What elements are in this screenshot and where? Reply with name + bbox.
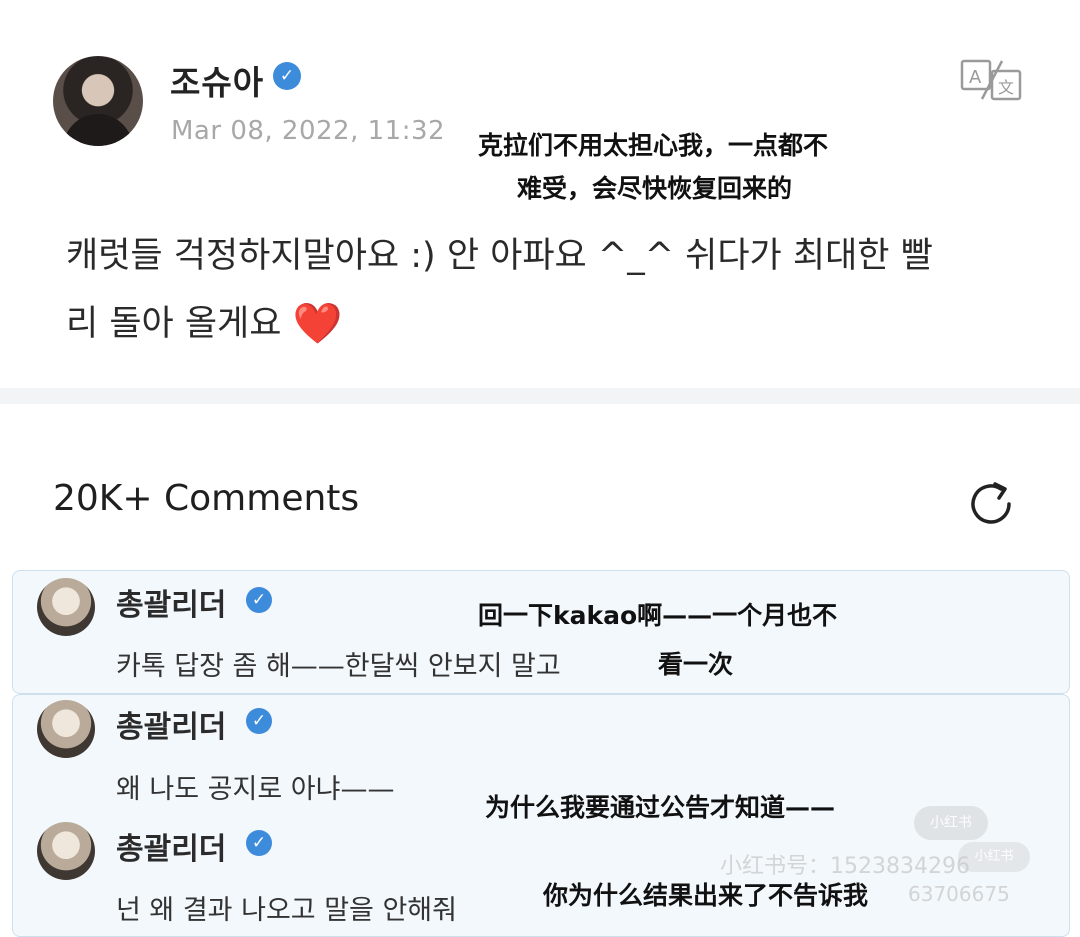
post-body-line2-wrap: 리 돌아 올게요 ❤️: [66, 290, 1026, 358]
comment-text: 넌 왜 결과 나오고 말을 안해줘: [116, 895, 457, 926]
comment-text: 왜 나도 공지로 아냐——: [116, 774, 395, 805]
watermark-id: 小红书号：1523834296: [720, 854, 970, 879]
avatar-figure: [63, 114, 133, 146]
commenter-avatar[interactable]: [37, 822, 95, 880]
commenter-avatar[interactable]: [37, 578, 95, 636]
comment-translation: 为什么我要通过公告才知道——: [485, 793, 836, 822]
comment-translation-line2: 看一次: [658, 650, 734, 679]
author-avatar[interactable]: [53, 56, 143, 146]
refresh-icon[interactable]: [965, 478, 1017, 530]
watermark-badge: 小红书: [914, 806, 988, 840]
post-author-name[interactable]: 조슈아: [170, 56, 264, 104]
verified-badge-icon: ✓: [246, 587, 272, 613]
verified-badge-icon: ✓: [246, 830, 272, 856]
post-body-line1: 캐럿들 걱정하지말아요 :) 안 아파요 ^_^ 쉬다가 최대한 빨: [66, 236, 933, 276]
heart-emoji: ❤️: [292, 301, 343, 347]
comments-count-header: 20K+ Comments: [53, 478, 360, 519]
verified-badge-icon: ✓: [273, 62, 301, 90]
watermark-id: 63706675: [908, 882, 1010, 906]
verified-badge-icon: ✓: [246, 708, 272, 734]
translate-icon[interactable]: A 文: [960, 59, 1024, 101]
comment-translation: 你为什么结果出来了不告诉我: [543, 881, 869, 910]
post-card: 조슈아 ✓ Mar 08, 2022, 11:32 A 文 克拉们不用太担心我，…: [0, 0, 1080, 388]
commenter-name[interactable]: 총괄리더: [116, 580, 226, 624]
commenter-name[interactable]: 총괄리더: [116, 824, 226, 868]
comment-translation-line1: 回一下kakao啊——一个月也不: [478, 601, 838, 630]
post-body-line2: 리 돌아 올게요: [66, 304, 282, 344]
comment-text: 카톡 답장 좀 해——한달씩 안보지 말고: [116, 651, 561, 682]
watermark-badge: 小红书: [958, 842, 1030, 872]
section-divider: [0, 388, 1080, 404]
post-body: 캐럿들 걱정하지말아요 :) 안 아파요 ^_^ 쉬다가 최대한 빨 리 돌아 …: [66, 222, 1026, 358]
commenter-avatar[interactable]: [37, 700, 95, 758]
svg-text:文: 文: [998, 78, 1014, 97]
post-translation-line1: 克拉们不用太担心我，一点都不: [478, 131, 829, 160]
post-translation-line2: 难受，会尽快恢复回来的: [517, 174, 793, 203]
post-timestamp: Mar 08, 2022, 11:32: [171, 116, 446, 146]
svg-text:A: A: [969, 67, 982, 88]
commenter-name[interactable]: 총괄리더: [116, 702, 226, 746]
